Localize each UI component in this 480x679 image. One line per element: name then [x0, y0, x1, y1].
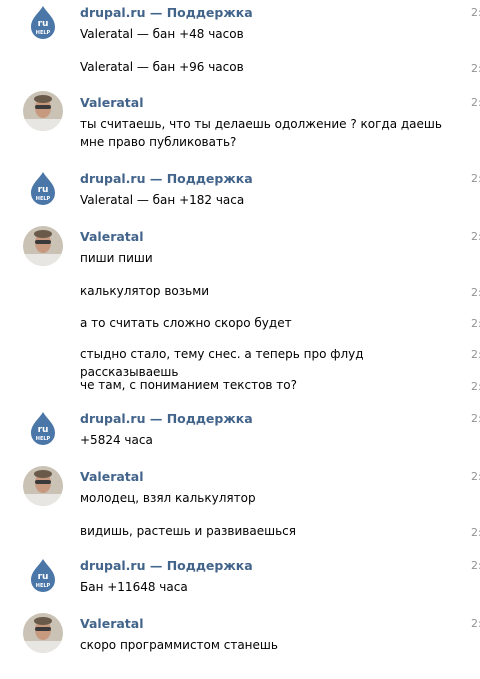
- message-time[interactable]: 2:: [471, 62, 480, 75]
- message-text: молодец, взял калькулятор: [80, 491, 256, 505]
- message-text: Valeratal — бан +48 часов: [80, 27, 244, 41]
- user-avatar[interactable]: [23, 91, 63, 131]
- message-time[interactable]: 2:: [471, 172, 480, 185]
- message-time[interactable]: 2:: [471, 230, 480, 243]
- drop-icon-ru: ru: [38, 572, 49, 582]
- message-text: а то считать сложно скоро будет: [80, 316, 292, 330]
- drop-icon-ru: ru: [38, 19, 49, 29]
- drupal-help-drop-icon: ru HELP: [23, 555, 63, 595]
- message-time[interactable]: 2:: [471, 348, 480, 361]
- drop-icon-ru: ru: [38, 425, 49, 435]
- message-text: видишь, растешь и развиваешься: [80, 524, 296, 538]
- drop-icon-help: HELP: [36, 30, 51, 36]
- message-text: пиши пиши: [80, 251, 153, 265]
- user-avatar[interactable]: [23, 613, 63, 653]
- support-avatar[interactable]: ru HELP: [23, 2, 63, 42]
- drop-icon-ru: ru: [38, 185, 49, 195]
- message-author[interactable]: drupal.ru — Поддержка: [80, 5, 253, 20]
- message-author[interactable]: Valeratal: [80, 469, 143, 484]
- message-time[interactable]: 2:: [471, 526, 480, 539]
- message-author[interactable]: drupal.ru — Поддержка: [80, 411, 253, 426]
- drop-icon-help: HELP: [36, 196, 51, 202]
- message-text: Valeratal — бан +182 часа: [80, 193, 245, 207]
- user-photo: [23, 91, 63, 131]
- support-avatar[interactable]: ru HELP: [23, 555, 63, 595]
- message-time[interactable]: 2:: [471, 286, 480, 299]
- message-author[interactable]: drupal.ru — Поддержка: [80, 171, 253, 186]
- message-time[interactable]: 2:: [471, 559, 480, 572]
- message-text: Valeratal — бан +96 часов: [80, 60, 244, 74]
- drupal-help-drop-icon: ru HELP: [23, 168, 63, 208]
- message-text: че там, с пониманием текстов то?: [80, 378, 297, 392]
- drop-icon-help: HELP: [36, 583, 51, 589]
- message-time[interactable]: 2:: [471, 380, 480, 393]
- message-time[interactable]: 2:: [471, 96, 480, 109]
- support-avatar[interactable]: ru HELP: [23, 408, 63, 448]
- message-time[interactable]: 2:: [471, 412, 480, 425]
- message-text: калькулятор возьми: [80, 284, 210, 298]
- message-author[interactable]: Valeratal: [80, 616, 143, 631]
- message-author[interactable]: Valeratal: [80, 229, 143, 244]
- message-time[interactable]: 2:: [471, 317, 480, 330]
- message-time[interactable]: 2:: [471, 6, 480, 19]
- message-author[interactable]: Valeratal: [80, 95, 143, 110]
- message-author[interactable]: drupal.ru — Поддержка: [80, 558, 253, 573]
- drop-icon-help: HELP: [36, 436, 51, 442]
- user-avatar[interactable]: [23, 466, 63, 506]
- drupal-help-drop-icon: ru HELP: [23, 408, 63, 448]
- message-time[interactable]: 2:: [471, 470, 480, 483]
- user-photo: [23, 226, 63, 266]
- message-text: скоро программистом станешь: [80, 638, 278, 652]
- support-avatar[interactable]: ru HELP: [23, 168, 63, 208]
- message-text: +5824 часа: [80, 433, 153, 447]
- user-photo: [23, 613, 63, 653]
- message-time[interactable]: 2:: [471, 617, 480, 630]
- user-photo: [23, 466, 63, 506]
- message-text: ты считаешь, что ты делаешь одолжение ? …: [80, 117, 442, 149]
- message-text: Бан +11648 часа: [80, 580, 188, 594]
- user-avatar[interactable]: [23, 226, 63, 266]
- drupal-help-drop-icon: ru HELP: [23, 2, 63, 42]
